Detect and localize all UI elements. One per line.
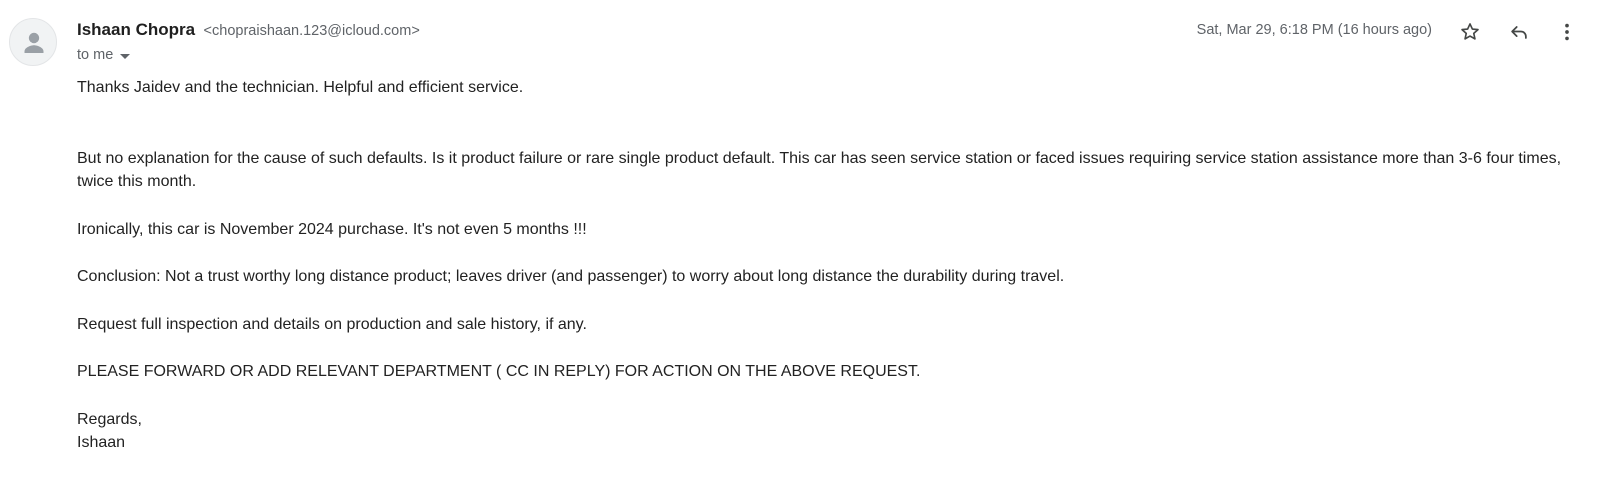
reply-icon: [1511, 26, 1527, 39]
star-icon: [1461, 23, 1479, 40]
more-vert-icon: [1565, 23, 1569, 41]
star-button[interactable]: [1454, 16, 1486, 48]
recipients-toggle[interactable]: to me: [77, 45, 131, 65]
reply-button[interactable]: [1503, 16, 1535, 48]
person-avatar-icon: [24, 32, 44, 53]
sender-email: <chopraishaan.123@icloud.com>: [203, 23, 420, 39]
body-paragraph: But no explanation for the cause of such…: [77, 149, 1562, 191]
sender-avatar[interactable]: [9, 18, 57, 66]
closing-text: Regards,: [77, 410, 142, 428]
recipient-label: to me: [77, 47, 114, 63]
email-body: Thanks Jaidev and the technician. Helpfu…: [77, 76, 1577, 455]
chevron-down-icon[interactable]: [120, 53, 131, 59]
body-paragraph: Request full inspection and details on p…: [77, 315, 587, 333]
email-timestamp: Sat, Mar 29, 6:18 PM (16 hours ago): [1196, 22, 1432, 38]
body-paragraph: PLEASE FORWARD OR ADD RELEVANT DEPARTMEN…: [77, 363, 921, 380]
sender-name[interactable]: Ishaan Chopra: [77, 20, 195, 39]
body-paragraph: Ironically, this car is November 2024 pu…: [77, 220, 587, 238]
body-paragraph: Thanks Jaidev and the technician. Helpfu…: [77, 79, 524, 96]
sender-line: Ishaan Chopra <chopraishaan.123@icloud.c…: [77, 19, 420, 42]
signature-text: Ishaan: [77, 434, 126, 451]
more-options-button[interactable]: [1551, 16, 1583, 48]
body-paragraph: Conclusion: Not a trust worthy long dist…: [77, 268, 1065, 285]
